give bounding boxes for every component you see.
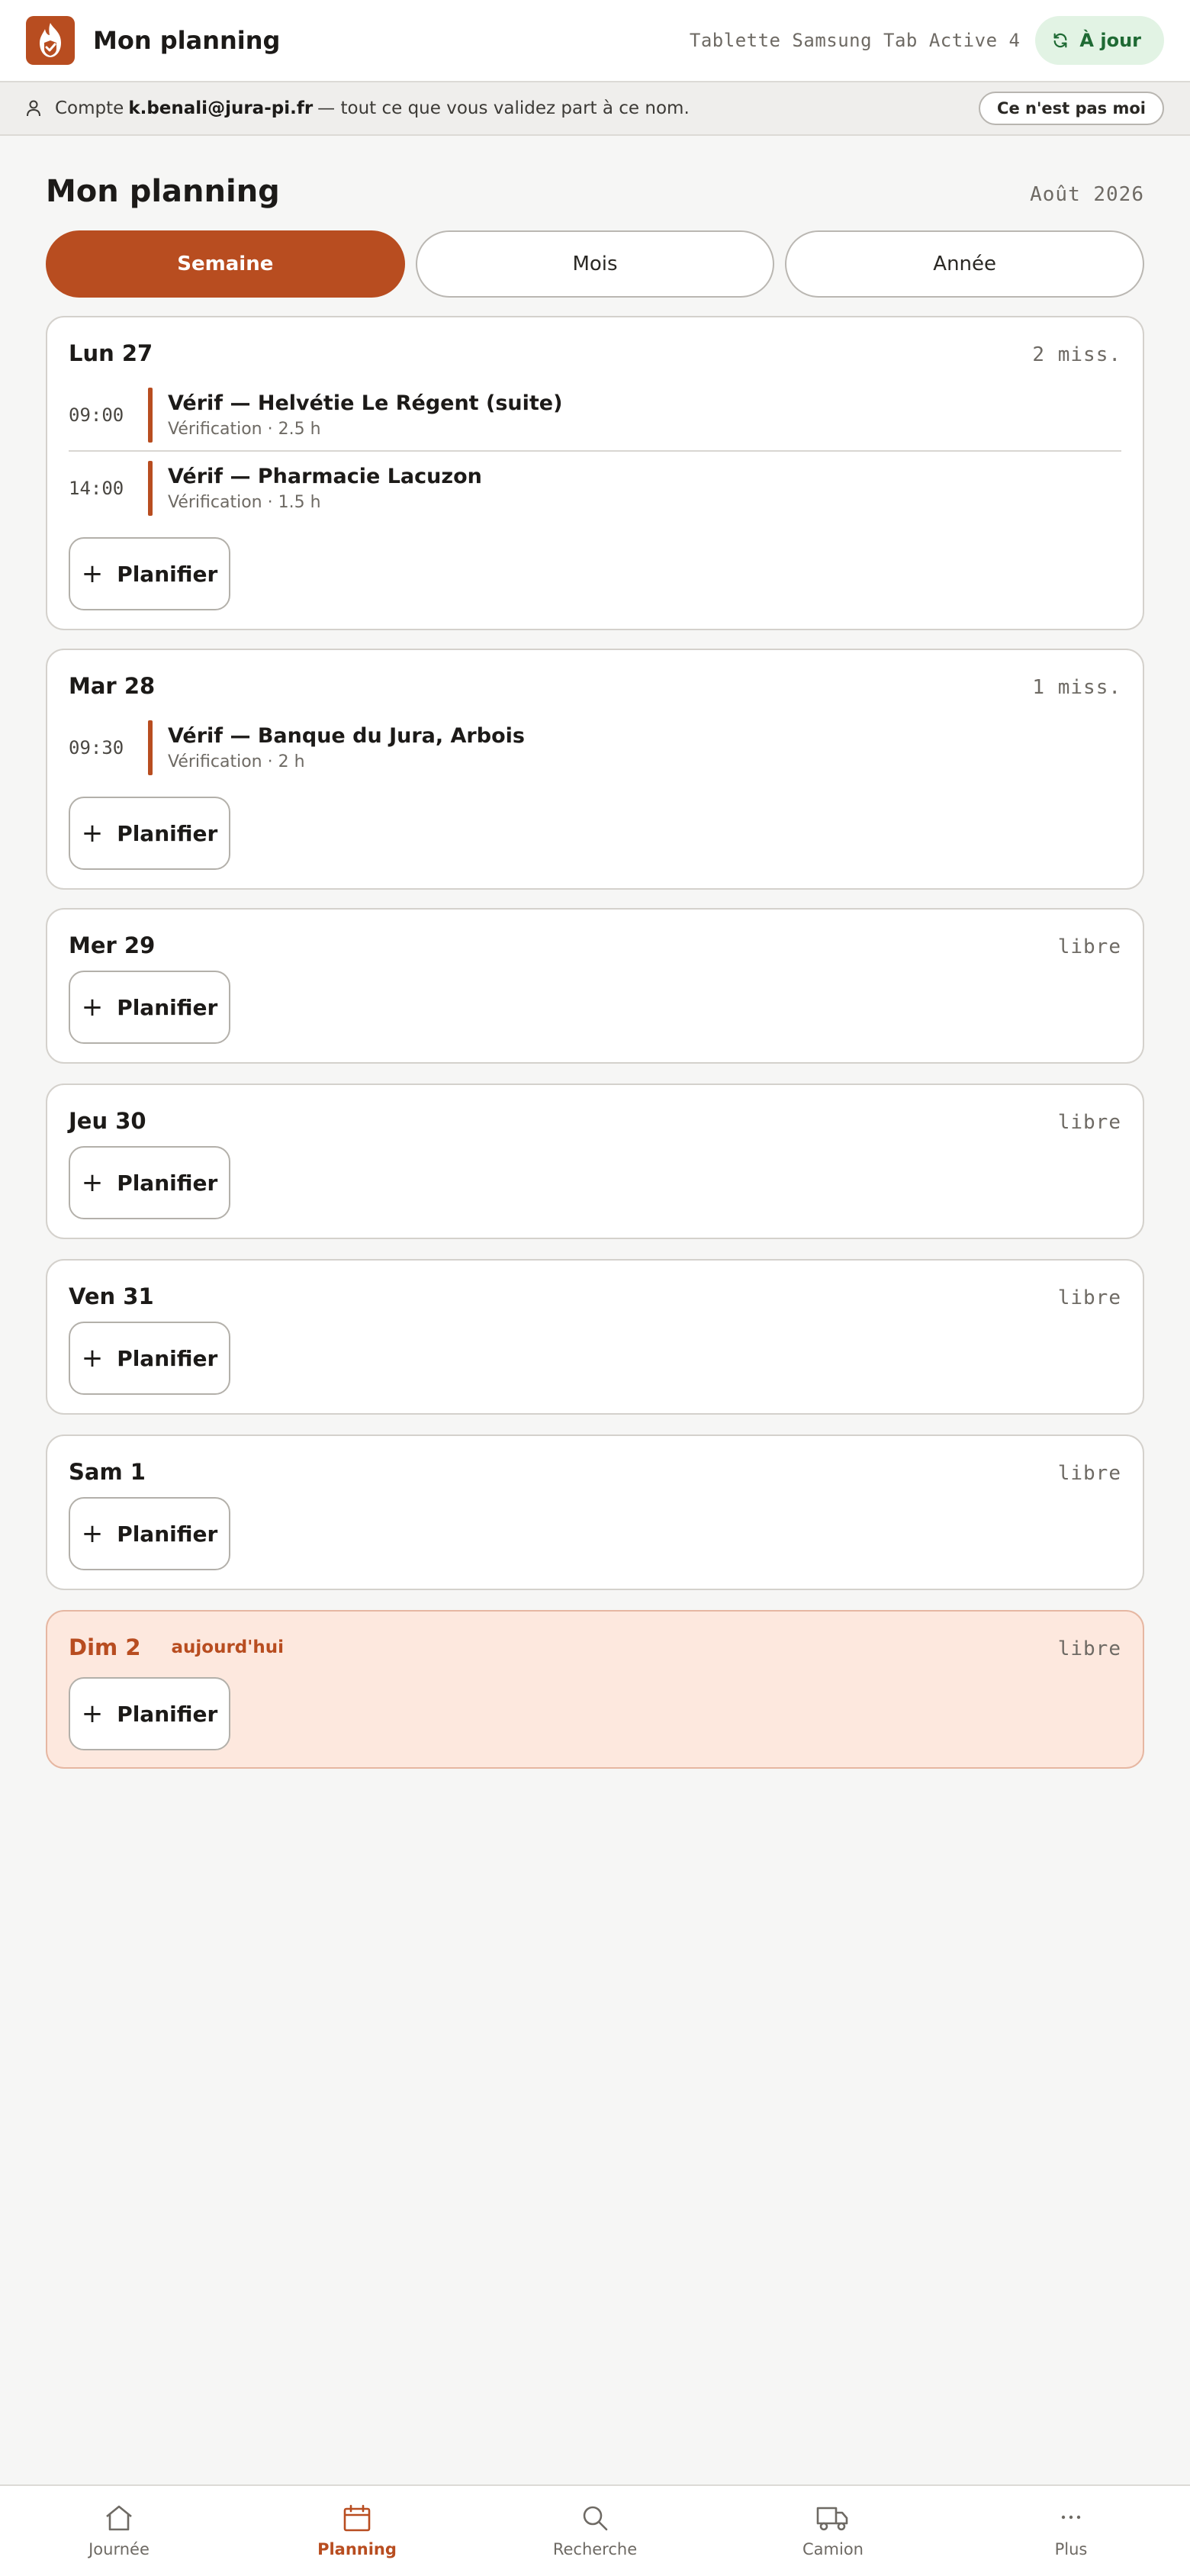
day-card-mer-29: Mer 29 libre + Planifier xyxy=(46,908,1144,1064)
nav-item-planning[interactable]: Planning xyxy=(238,2486,476,2576)
day-status: libre xyxy=(1057,935,1121,958)
mission-time: 09:30 xyxy=(69,737,124,758)
account-bar: Compte k.benali@jura-pi.fr — tout ce que… xyxy=(0,82,1190,136)
truck-icon xyxy=(816,2507,848,2531)
day-label: Sam 1 xyxy=(69,1459,146,1485)
mission-title: Vérif — Banque du Jura, Arbois xyxy=(168,724,525,748)
day-card-dim-2: Dim 2 aujourd'hui libre + Planifier xyxy=(46,1610,1144,1769)
account-note: — tout ce que vous validez part à ce nom… xyxy=(317,98,690,118)
page-title: Mon planning xyxy=(46,174,280,209)
day-card-jeu-30: Jeu 30 libre + Planifier xyxy=(46,1084,1144,1239)
mission-time: 09:00 xyxy=(69,404,124,426)
plan-button-label: Planifier xyxy=(117,994,218,1020)
tab-mois[interactable]: Mois xyxy=(415,230,775,298)
day-card-ven-31: Ven 31 libre + Planifier xyxy=(46,1259,1144,1415)
plan-button[interactable]: + Planifier xyxy=(69,971,230,1044)
day-status: libre xyxy=(1057,1111,1121,1134)
account-email: k.benali@jura-pi.fr xyxy=(128,98,314,118)
plus-icon: + xyxy=(81,992,104,1022)
plan-button[interactable]: + Planifier xyxy=(69,1322,230,1395)
day-mission-count: 1 miss. xyxy=(1032,676,1121,699)
mission-item[interactable]: 14:00 Vérif — Pharmacie Lacuzon Vérifica… xyxy=(69,461,1121,516)
nav-label: Recherche xyxy=(552,2540,638,2558)
sync-status-label: À jour xyxy=(1079,30,1141,51)
account-prefix: Compte xyxy=(55,98,124,118)
nav-item-recherche[interactable]: Recherche xyxy=(476,2486,714,2576)
calendar-icon xyxy=(343,2504,371,2532)
plan-button[interactable]: + Planifier xyxy=(69,1497,230,1570)
bottom-nav: Journée Planning Recherche Camion Plus xyxy=(0,2484,1190,2576)
sync-icon xyxy=(1053,33,1067,48)
mission-title: Vérif — Pharmacie Lacuzon xyxy=(168,465,482,488)
mission-item[interactable]: 09:00 Vérif — Helvétie Le Régent (suite)… xyxy=(69,388,1121,443)
plus-icon: + xyxy=(81,559,104,589)
plan-button-label: Planifier xyxy=(117,820,218,846)
mission-subtitle: Vérification · 2.5 h xyxy=(168,420,321,439)
day-label: Lun 27 xyxy=(69,340,153,366)
plus-icon: + xyxy=(81,1343,104,1373)
plan-button-label: Planifier xyxy=(117,1701,218,1727)
mission-item[interactable]: 09:30 Vérif — Banque du Jura, Arbois Vér… xyxy=(69,720,1121,775)
mission-accent-bar xyxy=(148,388,153,443)
mission-time: 14:00 xyxy=(69,478,124,499)
nav-label: Journée xyxy=(88,2540,150,2558)
today-tag: aujourd'hui xyxy=(171,1637,284,1657)
tab-annee[interactable]: Année xyxy=(785,230,1145,298)
nav-item-camion[interactable]: Camion xyxy=(714,2486,952,2576)
nav-label: Planning xyxy=(317,2540,397,2558)
flame-shield-icon xyxy=(26,16,75,65)
plus-icon: + xyxy=(81,1518,104,1549)
plus-icon: + xyxy=(81,818,104,848)
mission-divider xyxy=(69,450,1121,452)
mission-subtitle: Vérification · 2 h xyxy=(168,752,305,771)
nav-label: Plus xyxy=(1054,2540,1088,2558)
plan-button-label: Planifier xyxy=(117,561,218,587)
plan-button[interactable]: + Planifier xyxy=(69,537,230,610)
not-me-button[interactable]: Ce n'est pas moi xyxy=(979,92,1164,125)
search-icon xyxy=(583,2506,608,2531)
day-status: libre xyxy=(1057,1462,1121,1485)
nav-label: Camion xyxy=(802,2540,864,2558)
plan-button-label: Planifier xyxy=(117,1170,218,1196)
plan-button[interactable]: + Planifier xyxy=(69,797,230,870)
day-label: Dim 2 xyxy=(69,1634,141,1660)
mission-title: Vérif — Helvétie Le Régent (suite) xyxy=(168,391,563,415)
device-name: Tablette Samsung Tab Active 4 xyxy=(689,30,1021,51)
mission-accent-bar xyxy=(148,461,153,516)
plus-icon: + xyxy=(81,1699,104,1729)
day-mission-count: 2 miss. xyxy=(1032,343,1121,366)
plan-button[interactable]: + Planifier xyxy=(69,1146,230,1219)
period-label: Août 2026 xyxy=(1030,183,1144,206)
plan-button-label: Planifier xyxy=(117,1345,218,1371)
day-label: Ven 31 xyxy=(69,1283,154,1309)
app-header: Mon planning Tablette Samsung Tab Active… xyxy=(0,0,1190,82)
day-label: Mar 28 xyxy=(69,673,156,699)
day-card-lun-27: Lun 27 2 miss. 09:00 Vérif — Helvétie Le… xyxy=(46,316,1144,630)
home-icon xyxy=(106,2505,132,2531)
more-icon xyxy=(1061,2515,1081,2520)
day-label: Jeu 30 xyxy=(69,1108,146,1134)
plan-button-label: Planifier xyxy=(117,1521,218,1547)
user-icon xyxy=(26,100,41,117)
nav-item-plus[interactable]: Plus xyxy=(952,2486,1190,2576)
app-title: Mon planning xyxy=(93,26,281,55)
day-card-mar-28: Mar 28 1 miss. 09:30 Vérif — Banque du J… xyxy=(46,649,1144,890)
plus-icon: + xyxy=(81,1167,104,1198)
view-switcher: Semaine Mois Année xyxy=(46,230,1145,298)
mission-accent-bar xyxy=(148,720,153,775)
day-status: libre xyxy=(1057,1286,1121,1309)
nav-item-journee[interactable]: Journée xyxy=(0,2486,238,2576)
day-status: libre xyxy=(1057,1637,1121,1660)
day-label: Mer 29 xyxy=(69,932,156,958)
day-card-sam-1: Sam 1 libre + Planifier xyxy=(46,1435,1144,1590)
sync-status-badge[interactable]: À jour xyxy=(1035,16,1164,65)
mission-subtitle: Vérification · 1.5 h xyxy=(168,493,321,512)
tab-semaine[interactable]: Semaine xyxy=(46,230,405,298)
plan-button[interactable]: + Planifier xyxy=(69,1677,230,1750)
